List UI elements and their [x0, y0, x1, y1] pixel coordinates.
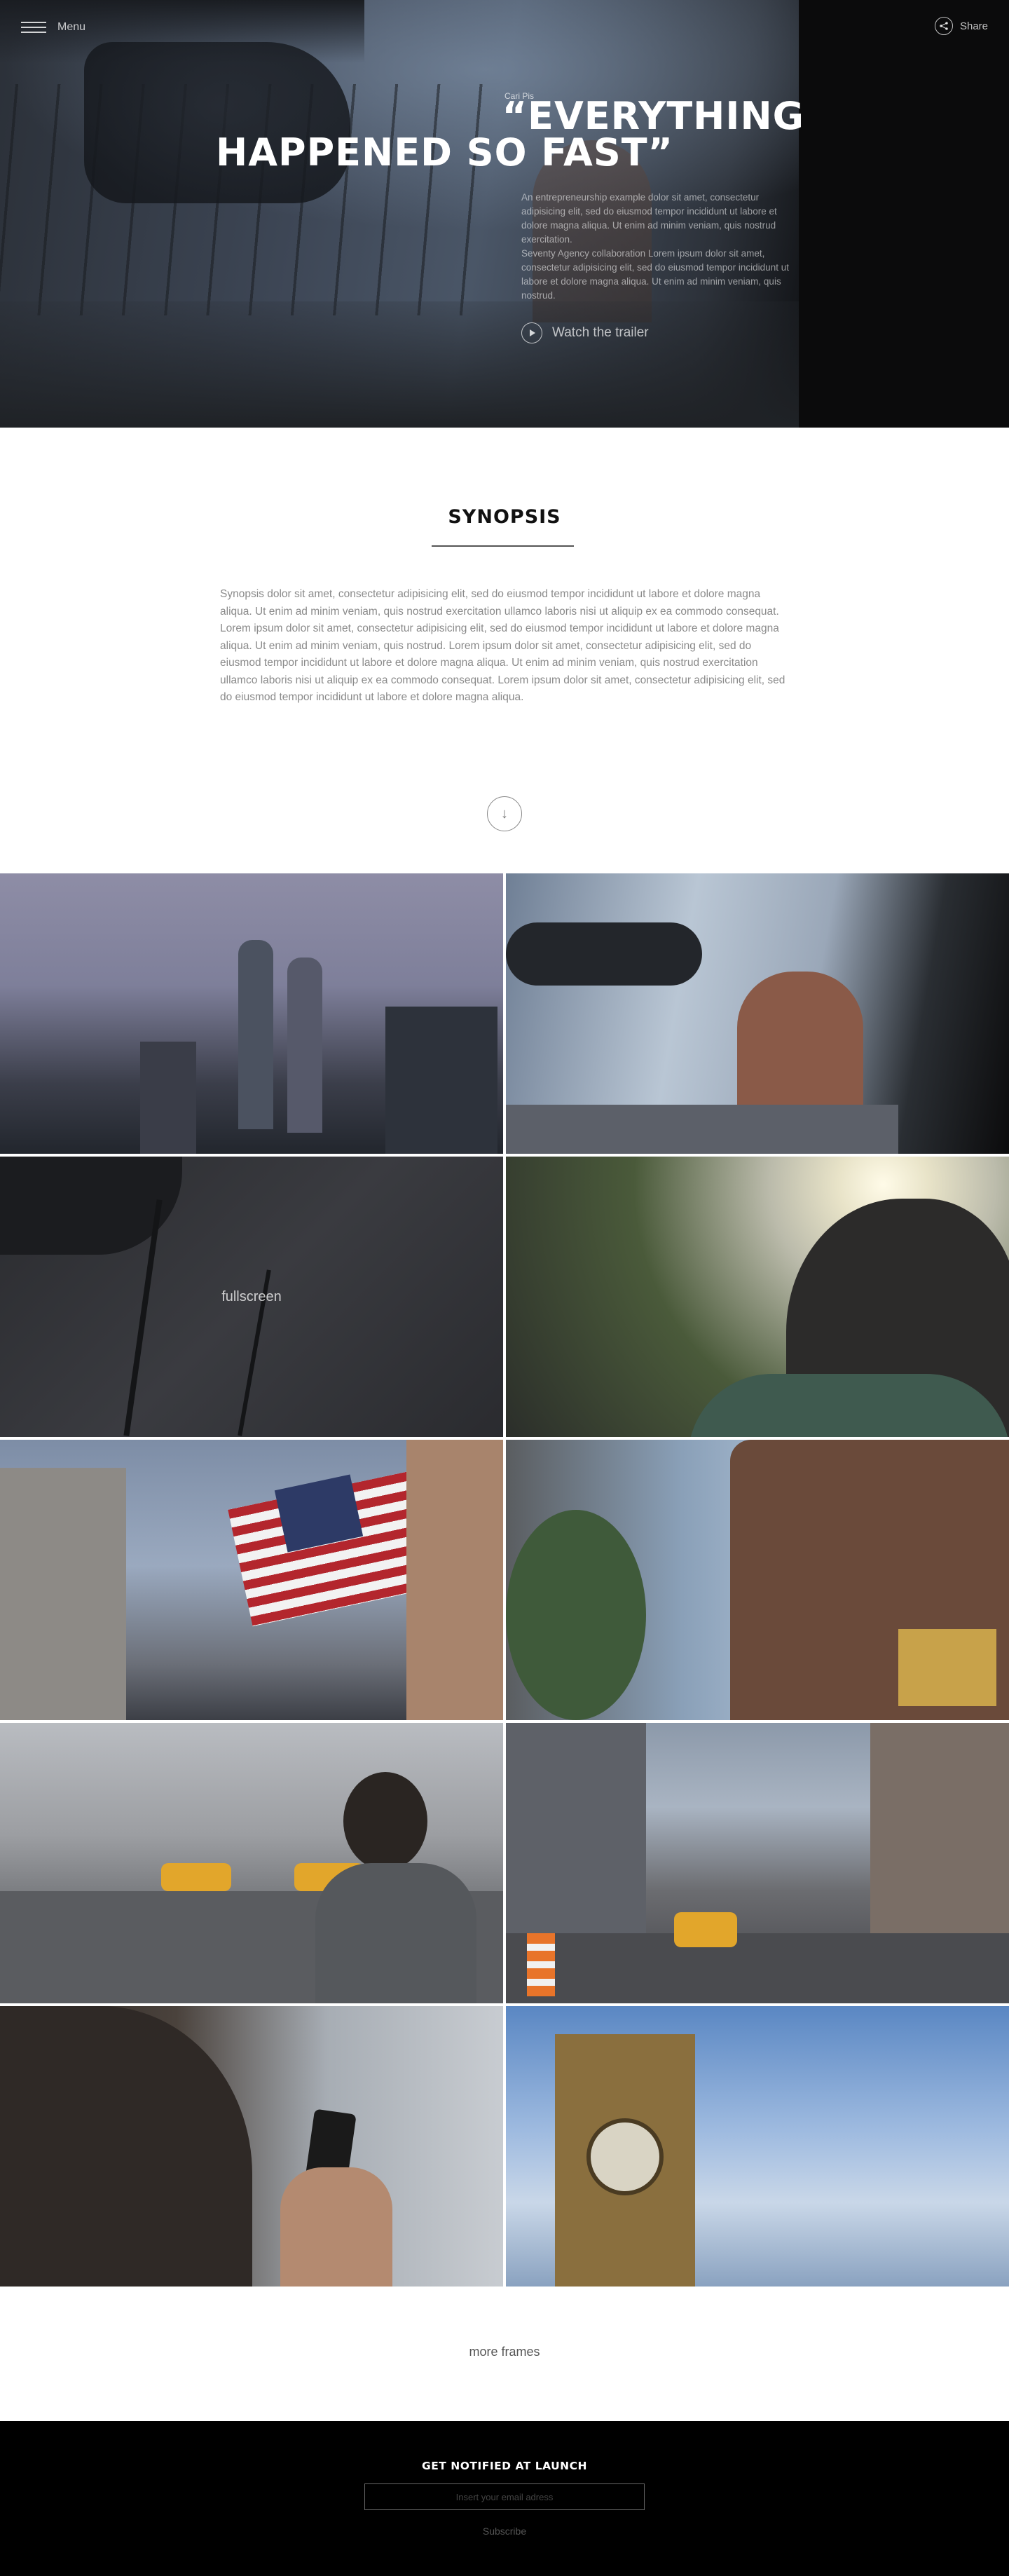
cable-car-sign [898, 1629, 996, 1706]
play-icon [521, 322, 542, 343]
road-shape [506, 1933, 1009, 2003]
hero-section: Menu Share Cari Pis “EVERYTHING HAPPENED… [0, 0, 1009, 428]
hero-street [0, 301, 806, 428]
tree-shape [506, 1510, 646, 1720]
clock-face [586, 2118, 664, 2195]
frames-gallery: fullscreen [0, 873, 1009, 2287]
synopsis-divider [432, 545, 574, 547]
frame-american-flag[interactable] [0, 1440, 503, 1720]
frame-man-sunlight[interactable] [506, 1157, 1009, 1437]
road-shape [506, 1105, 898, 1154]
watch-trailer-button[interactable]: Watch the trailer [521, 322, 649, 343]
frame-crane[interactable]: fullscreen [0, 1157, 503, 1437]
frame-arc-de-triomf[interactable] [506, 873, 1009, 1154]
building-shape [0, 1468, 126, 1720]
hero-quote-line-1: “EVERYTHING [502, 94, 804, 138]
frame-man-street[interactable] [0, 1723, 503, 2003]
rearview-mirror-shape [506, 922, 702, 986]
hero-description-2: Seventy Agency collaboration Lorem ipsum… [521, 248, 789, 301]
frame-city-skyline[interactable] [0, 873, 503, 1154]
frame-city-traffic[interactable] [506, 1723, 1009, 2003]
menu-button[interactable]: Menu [21, 21, 85, 34]
traffic-barrel [527, 1933, 555, 1996]
taxi-shape [161, 1863, 231, 1891]
hero-quote: “EVERYTHING HAPPENED SO FAST” [216, 94, 804, 175]
head-shape [0, 2006, 252, 2287]
hero-description: An entrepreneurship example dolor sit am… [521, 191, 790, 303]
subscribe-button[interactable]: Subscribe [0, 2526, 1009, 2537]
share-button[interactable]: Share [934, 17, 988, 35]
shoulder-shape [688, 1374, 1009, 1437]
arrow-down-icon: ↓ [501, 806, 508, 822]
hero-dark-panel [799, 0, 1009, 428]
menu-label: Menu [57, 21, 86, 33]
hero-quote-line-2: HAPPENED SO FAST” [216, 130, 674, 175]
footer: GET NOTIFIED AT LAUNCH Subscribe [0, 2421, 1009, 2576]
hamburger-icon [21, 22, 46, 33]
frame-big-ben[interactable] [506, 2006, 1009, 2287]
skyscraper-shape [238, 940, 273, 1129]
notify-title: GET NOTIFIED AT LAUNCH [421, 2460, 588, 2472]
watch-trailer-label: Watch the trailer [552, 325, 649, 340]
taxi-shape [674, 1912, 737, 1947]
share-icon [934, 17, 953, 35]
building-shape [385, 1007, 497, 1154]
hero-description-1: An entrepreneurship example dolor sit am… [521, 192, 777, 245]
building-shape [406, 1440, 503, 1720]
shirt-shape [315, 1863, 476, 2003]
fullscreen-label: fullscreen [221, 1288, 282, 1304]
hand-shape [280, 2167, 392, 2287]
frame-phone-photo[interactable] [0, 2006, 503, 2287]
scroll-down-button[interactable]: ↓ [487, 796, 522, 831]
more-frames-link[interactable]: more frames [0, 2345, 1009, 2359]
frame-cable-car[interactable] [506, 1440, 1009, 1720]
head-shape [343, 1772, 427, 1870]
share-label: Share [959, 20, 988, 32]
synopsis-title: SYNOPSIS [448, 506, 561, 528]
building-shape [140, 1042, 196, 1154]
email-field[interactable] [364, 2483, 645, 2510]
synopsis-text: Synopsis dolor sit amet, consectetur adi… [220, 588, 785, 703]
skyscraper-shape [287, 958, 322, 1133]
